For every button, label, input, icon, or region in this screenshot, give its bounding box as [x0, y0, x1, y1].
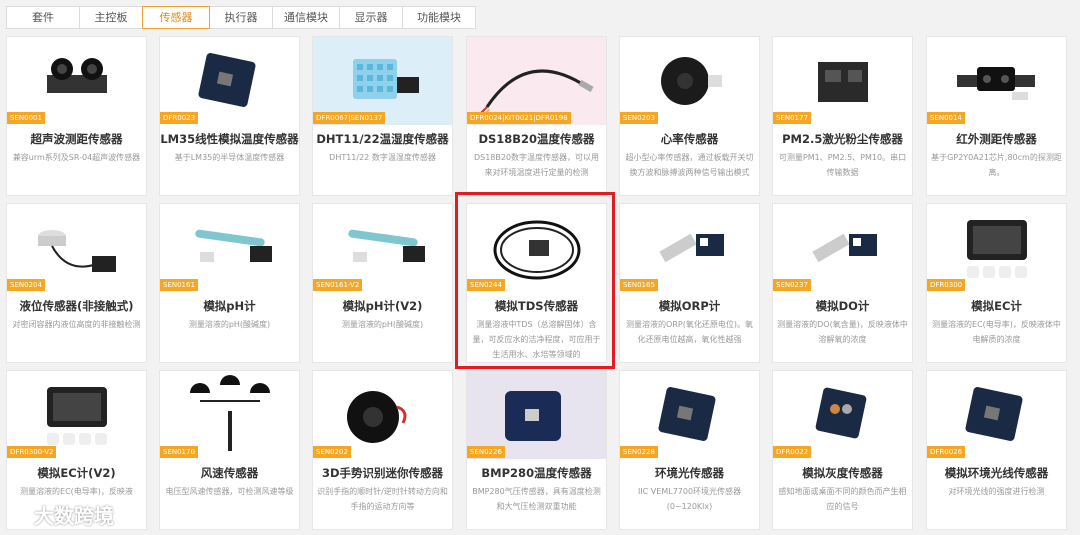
sku-badge: SEN0203	[620, 112, 658, 124]
product-card[interactable]: DFR0024|KIT0021|DFR0198 DS18B20温度传感器 DS18B…	[466, 36, 607, 196]
product-title[interactable]: 模拟EC计	[927, 298, 1066, 314]
product-title[interactable]: DS18B20温度传感器	[467, 131, 606, 147]
product-title[interactable]: 红外测距传感器	[927, 131, 1066, 147]
sku-badge: DFR0300	[927, 279, 966, 291]
product-card[interactable]: SEN0228 环境光传感器 IIC VEML7700环境光传感器(0~120Klx…	[619, 370, 760, 530]
tab-1[interactable]: 主控板	[79, 6, 143, 29]
product-title[interactable]: 3D手势识别迷你传感器	[313, 465, 452, 481]
product-title[interactable]: 液位传感器(非接触式)	[7, 298, 146, 314]
product-title[interactable]: LM35线性模拟温度传感器	[160, 131, 299, 147]
watermark-logo-icon	[8, 503, 30, 526]
product-description: DHT11/22 数字温湿度传感器	[329, 153, 436, 162]
sku-badge: SEN0161-V2	[313, 279, 363, 291]
product-card[interactable]: SEN0161-V2 模拟pH计(V2) 测量溶液的pH(酸碱度)	[312, 203, 453, 363]
product-description: 对密闭容器内液位高度的非接触检测	[12, 320, 141, 329]
sku-badge: SEN0237	[773, 279, 811, 291]
product-card[interactable]: DFR0026 模拟环境光线传感器对环境光线的强度进行检测	[926, 370, 1067, 530]
product-description: BMP280气压传感器，具有温度检测和大气压检测双重功能	[472, 487, 601, 511]
product-description: 电压型风速传感器，可检测风速等级	[165, 487, 294, 496]
product-card[interactable]: SEN0014 红外测距传感器基于GP2Y0A21芯片,80cm的探测距离。	[926, 36, 1067, 196]
product-card[interactable]: SEN0001 超声波测距传感器兼容urm系列及SR-04超声波传感器	[6, 36, 147, 196]
sku-badge: SEN0202	[313, 446, 351, 458]
product-title[interactable]: 心率传感器	[620, 131, 759, 147]
product-card[interactable]: SEN0202 3D手势识别迷你传感器识别手指的顺时针/逆时针转动方向和手指的运动…	[312, 370, 453, 530]
product-title[interactable]: 模拟pH计(V2)	[313, 298, 452, 314]
sku-badge: SEN0001	[7, 112, 45, 124]
product-title[interactable]: 模拟灰度传感器	[773, 465, 912, 481]
product-description: IIC VEML7700环境光传感器(0~120Klx)	[637, 487, 742, 511]
watermark: 大数跨境	[8, 500, 114, 529]
product-card[interactable]: SEN0177 PM2.5激光粉尘传感器可测量PM1、PM2.5、PM10。串口传…	[772, 36, 913, 196]
sku-badge: DFR0300-V2	[7, 446, 57, 458]
sku-badge: SEN0161	[160, 279, 198, 291]
product-description: 测量溶液的EC(电导率)，反映液体中电解质的浓度	[932, 320, 1061, 344]
tab-2[interactable]: 传感器	[142, 6, 210, 29]
product-description: 测量溶液的ORP(氧化还原电位)。氧化还原电位越高，氧化性越强	[626, 320, 753, 344]
sku-badge: SEN0170	[160, 446, 198, 458]
product-description: 基于GP2Y0A21芯片,80cm的探测距离。	[931, 153, 1062, 177]
category-tabs: 套件 主控板 传感器 执行器 通信模块 显示器 功能模块	[6, 6, 476, 30]
product-title[interactable]: 模拟ORP计	[620, 298, 759, 314]
sku-badge: SEN0165	[620, 279, 658, 291]
product-card[interactable]: SEN0161 模拟pH计测量溶液的pH(酸碱度)	[159, 203, 300, 363]
sku-badge: SEN0177	[773, 112, 811, 124]
sku-badge: DFR0067|SEN0137	[313, 112, 386, 124]
product-description: 可测量PM1、PM2.5、PM10。串口传输数据	[778, 153, 907, 177]
tab-5[interactable]: 显示器	[339, 6, 403, 29]
product-title[interactable]: 模拟DO计	[773, 298, 912, 314]
product-title[interactable]: 模拟环境光线传感器	[927, 465, 1066, 481]
product-card[interactable]: DFR0022 模拟灰度传感器感知地面或桌面不同的颜色而产生相应的信号	[772, 370, 913, 530]
product-description: 识别手指的顺时针/逆时针转动方向和手指的运动方向等	[317, 487, 448, 511]
sku-badge: SEN0014	[927, 112, 965, 124]
product-card[interactable]: DFR0300 模拟EC计测量溶液的EC(电导率)，反映液体中电解质的浓度	[926, 203, 1067, 363]
product-title[interactable]: DHT11/22温湿度传感器	[313, 131, 452, 147]
sku-badge: SEN0204	[7, 279, 45, 291]
sku-badge: SEN0226	[467, 446, 505, 458]
sku-badge: DFR0026	[927, 446, 966, 458]
sku-badge: SEN0228	[620, 446, 658, 458]
product-grid: SEN0001 超声波测距传感器兼容urm系列及SR-04超声波传感器 DFR002…	[6, 36, 1076, 535]
tab-3[interactable]: 执行器	[209, 6, 273, 29]
product-description: 测量溶液的pH(酸碱度)	[341, 320, 424, 329]
sku-badge: DFR0024|KIT0021|DFR0198	[467, 112, 571, 124]
product-description: 测量溶液的pH(酸碱度)	[188, 320, 271, 329]
product-description: 超小型心率传感器，通过板载开关切换方波和脉搏波两种信号输出模式	[625, 153, 754, 177]
product-title[interactable]: BMP280温度传感器	[467, 465, 606, 481]
product-card[interactable]: DFR0023 LM35线性模拟温度传感器基于LM35的半导体温度传感器	[159, 36, 300, 196]
product-card[interactable]: DFR0067|SEN0137 DHT11/22温湿度传感器 DHT11/22 数字…	[312, 36, 453, 196]
product-card[interactable]: SEN0203 心率传感器超小型心率传感器，通过板载开关切换方波和脉搏波两种信号输…	[619, 36, 760, 196]
product-title[interactable]: PM2.5激光粉尘传感器	[773, 131, 912, 147]
product-title[interactable]: 模拟pH计	[160, 298, 299, 314]
product-description: DS18B20数字温度传感器，可以用来对环境温度进行定量的检测	[473, 153, 600, 177]
sku-badge: DFR0023	[160, 112, 199, 124]
product-description: 兼容urm系列及SR-04超声波传感器	[12, 153, 141, 162]
product-title[interactable]: 模拟TDS传感器	[467, 298, 606, 314]
product-title[interactable]: 风速传感器	[160, 465, 299, 481]
product-card[interactable]: SEN0165 模拟ORP计测量溶液的ORP(氧化还原电位)。氧化还原电位越高，氧…	[619, 203, 760, 363]
product-card[interactable]: SEN0170 风速传感器电压型风速传感器，可检测风速等级	[159, 370, 300, 530]
product-card[interactable]: SEN0204 液位传感器(非接触式) 对密闭容器内液位高度的非接触检测	[6, 203, 147, 363]
product-description: 感知地面或桌面不同的颜色而产生相应的信号	[778, 487, 907, 511]
tab-0[interactable]: 套件	[6, 6, 80, 29]
sku-badge: SEN0244	[467, 279, 505, 291]
product-description: 对环境光线的强度进行检测	[948, 487, 1045, 496]
product-title[interactable]: 超声波测距传感器	[7, 131, 146, 147]
tab-6[interactable]: 功能模块	[402, 6, 476, 29]
product-card[interactable]: SEN0244 模拟TDS传感器测量溶液中TDS（总溶解固体）含量，可反应水的洁净…	[466, 203, 607, 363]
sku-badge: DFR0022	[773, 446, 812, 458]
tab-4[interactable]: 通信模块	[272, 6, 340, 29]
watermark-text: 大数跨境	[34, 504, 114, 528]
product-description: 基于LM35的半导体温度传感器	[174, 153, 285, 162]
product-card[interactable]: SEN0237 模拟DO计测量溶液的DO(氧含量)，反映液体中溶解氧的浓度	[772, 203, 913, 363]
product-title[interactable]: 模拟EC计(V2)	[7, 465, 146, 481]
product-title[interactable]: 环境光传感器	[620, 465, 759, 481]
product-card[interactable]: SEN0226 BMP280温度传感器 BMP280气压传感器，具有温度检测和大气压…	[466, 370, 607, 530]
product-description: 测量溶液的DO(氧含量)，反映液体中溶解氧的浓度	[777, 320, 908, 344]
product-description: 测量溶液中TDS（总溶解固体）含量，可反应水的洁净程度，可应用于生活用水、水培等…	[472, 320, 601, 359]
